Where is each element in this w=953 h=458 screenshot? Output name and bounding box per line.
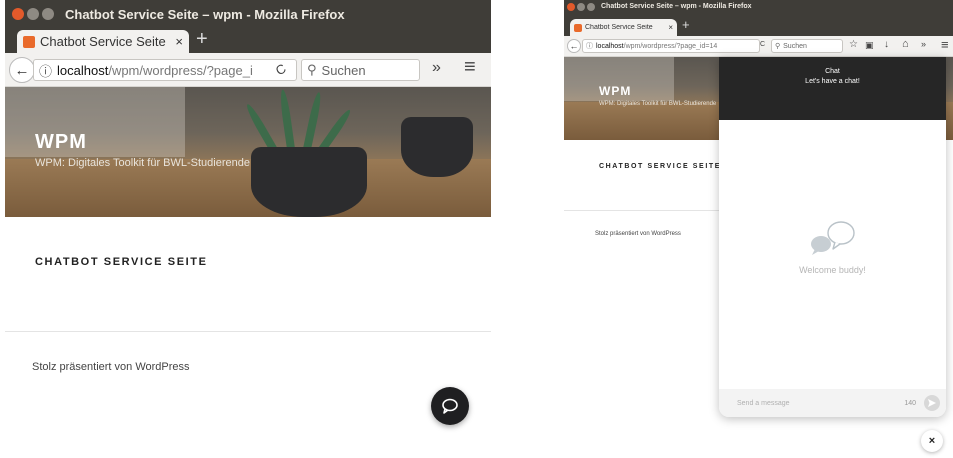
hamburger-menu-icon[interactable]: ≡ xyxy=(941,37,949,52)
chat-header-subtitle: Let's have a chat! xyxy=(805,78,860,85)
chat-input-row[interactable]: Send a message 140 xyxy=(719,389,946,417)
window-minimize-button[interactable] xyxy=(577,3,585,11)
right-tabstrip: Chatbot Service Seite × + xyxy=(564,16,953,36)
site-name[interactable]: WPM xyxy=(35,131,87,154)
tab-close-icon[interactable]: × xyxy=(175,34,183,49)
chat-messages-area: Welcome buddy! xyxy=(719,120,946,389)
url-path: /wpm/wordpress/?page_i xyxy=(108,62,253,78)
url-host: localhost xyxy=(596,42,624,50)
tab-label: Chatbot Service Seite xyxy=(40,34,166,49)
url-path: /wpm/wordpress/?page_id=14 xyxy=(623,42,718,50)
url-host: localhost xyxy=(57,62,109,78)
close-icon: × xyxy=(928,435,936,447)
footer-credit[interactable]: Stolz präsentiert von WordPress xyxy=(595,231,681,237)
download-icon[interactable]: ↓ xyxy=(884,39,889,50)
page-title: CHATBOT SERVICE SEITE xyxy=(35,256,208,268)
back-button[interactable]: ← xyxy=(567,39,581,53)
left-tabstrip: Chatbot Service Seite × + xyxy=(5,28,491,53)
plant-pot xyxy=(251,147,367,217)
info-icon[interactable]: ⓘ xyxy=(586,41,593,51)
window-close-button[interactable] xyxy=(12,8,24,20)
new-tab-icon[interactable]: + xyxy=(196,28,208,51)
url-bar[interactable]: ⓘ localhost/wpm/wordpress/?page_id=14 xyxy=(582,39,760,53)
right-navbar: ← ⓘ localhost/wpm/wordpress/?page_id=14 … xyxy=(564,36,953,57)
clipboard-icon[interactable]: ▣ xyxy=(865,40,874,51)
search-placeholder: Suchen xyxy=(321,62,366,78)
chat-header: Chat Let's have a chat! xyxy=(719,57,946,120)
window-title: Chatbot Service Seite – wpm - Mozilla Fi… xyxy=(601,3,752,10)
search-box[interactable]: ⚲ Suchen xyxy=(301,59,420,81)
search-icon: ⚲ xyxy=(775,43,781,50)
search-box[interactable]: ⚲ Suchen xyxy=(771,39,843,53)
tab-close-icon[interactable]: × xyxy=(668,23,673,32)
favicon-icon xyxy=(23,35,35,48)
reload-icon[interactable]: C xyxy=(760,41,765,48)
site-description: WPM: Digitales Toolkit für BWL-Studieren… xyxy=(599,101,717,107)
back-arrow-icon: ← xyxy=(14,61,30,79)
chat-launcher-button[interactable] xyxy=(431,387,469,425)
back-arrow-icon: ← xyxy=(569,41,579,51)
browser-tab[interactable]: Chatbot Service Seite × xyxy=(17,30,189,53)
char-counter: 140 xyxy=(904,399,916,407)
overflow-icon[interactable]: » xyxy=(432,59,441,77)
site-description: WPM: Digitales Toolkit für BWL-Studieren… xyxy=(35,157,250,169)
page-title: CHATBOT SERVICE SEITE xyxy=(599,163,722,170)
search-icon: ⚲ xyxy=(307,62,317,77)
welcome-message: Welcome buddy! xyxy=(799,265,866,275)
left-navbar: ← ⓘ localhost/wpm/wordpress/?page_i C ⚲ … xyxy=(5,53,491,87)
home-icon[interactable]: ⌂ xyxy=(902,38,909,50)
new-tab-icon[interactable]: + xyxy=(682,17,690,32)
window-maximize-button[interactable] xyxy=(42,8,54,20)
tab-label: Chatbot Service Seite xyxy=(585,24,653,31)
info-icon[interactable]: ⓘ xyxy=(39,61,52,80)
overflow-icon[interactable]: » xyxy=(921,39,926,49)
bookmark-star-icon[interactable]: ☆ xyxy=(849,39,858,50)
chat-bubble-icon xyxy=(442,398,458,414)
browser-tab[interactable]: Chatbot Service Seite × xyxy=(570,19,677,36)
chat-header-title: Chat xyxy=(825,68,840,75)
right-titlebar: Chatbot Service Seite – wpm - Mozilla Fi… xyxy=(564,0,953,16)
chat-close-button[interactable]: × xyxy=(921,430,943,452)
hamburger-menu-icon[interactable]: ≡ xyxy=(464,56,476,79)
window-maximize-button[interactable] xyxy=(587,3,595,11)
window-close-button[interactable] xyxy=(567,3,575,11)
site-name[interactable]: WPM xyxy=(599,84,631,98)
window-title: Chatbot Service Seite – wpm - Mozilla Fi… xyxy=(65,7,345,22)
left-titlebar: Chatbot Service Seite – wpm - Mozilla Fi… xyxy=(5,0,491,28)
send-icon xyxy=(928,399,936,407)
content-divider xyxy=(564,210,724,211)
send-button[interactable] xyxy=(924,395,940,411)
search-placeholder: Suchen xyxy=(783,42,807,50)
back-button[interactable]: ← xyxy=(9,57,35,83)
speech-bubbles-icon xyxy=(811,221,855,255)
window-minimize-button[interactable] xyxy=(27,8,39,20)
content-divider xyxy=(5,331,491,332)
favicon-icon xyxy=(574,23,582,32)
chat-widget-panel: Chat Let's have a chat! Welcome buddy! S… xyxy=(719,57,946,417)
url-bar[interactable]: ⓘ localhost/wpm/wordpress/?page_i xyxy=(33,59,297,81)
footer-credit[interactable]: Stolz präsentiert von WordPress xyxy=(32,361,190,373)
message-input[interactable]: Send a message xyxy=(737,400,904,407)
left-header-image: WPM WPM: Digitales Toolkit für BWL-Studi… xyxy=(5,87,491,217)
left-browser-window: Chatbot Service Seite – wpm - Mozilla Fi… xyxy=(5,0,491,458)
